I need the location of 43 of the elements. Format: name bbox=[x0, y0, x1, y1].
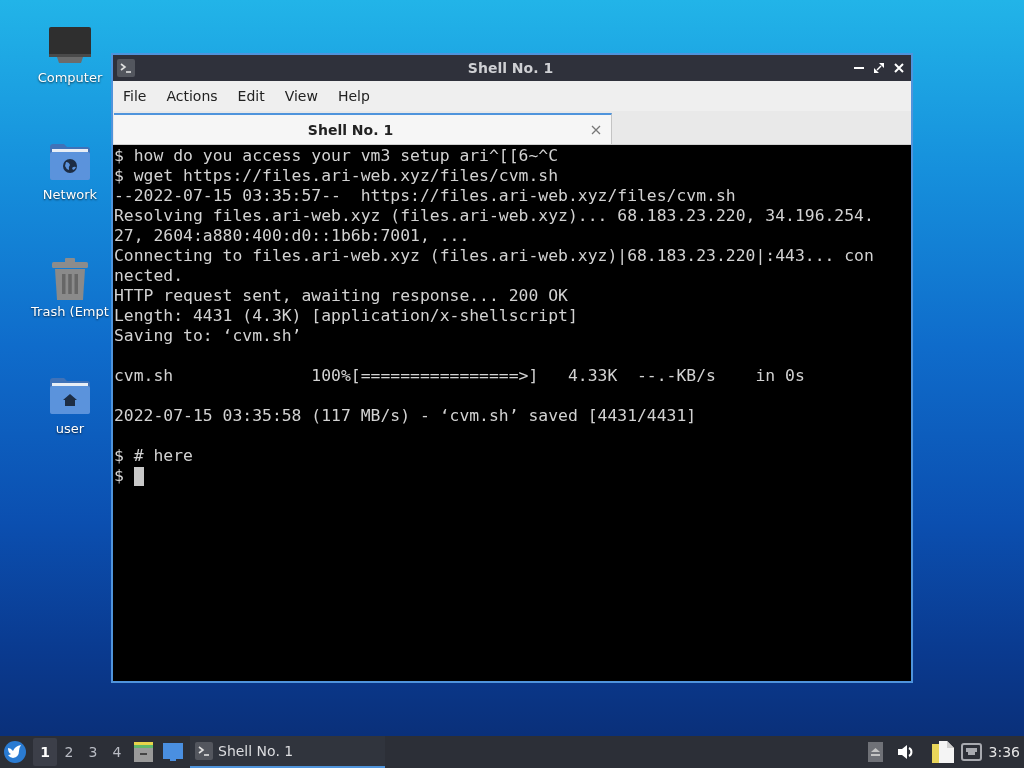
menu-item[interactable]: Edit bbox=[227, 81, 275, 111]
terminal-line: 2022-07-15 03:35:58 (117 MB/s) - ‘cvm.sh’ saved [4431/4431] bbox=[114, 406, 697, 426]
terminal-line: cvm.sh 100%[================>] 4.33K --.-KB/s in 0s bbox=[114, 366, 805, 386]
workspace-button[interactable]: 4 bbox=[105, 738, 129, 766]
terminal-line: --2022-07-15 03:35:57-- https://files.ari-web.xyz/files/cvm.sh bbox=[114, 186, 736, 206]
monitor-icon[interactable] bbox=[49, 27, 91, 63]
workspace-button[interactable]: 2 bbox=[57, 738, 81, 766]
network-port-icon[interactable] bbox=[960, 743, 982, 761]
home-folder-icon[interactable] bbox=[50, 378, 90, 414]
workspace-button[interactable]: 1 bbox=[33, 738, 57, 766]
menu-item[interactable]: File bbox=[113, 81, 157, 111]
terminal-line: $ # here bbox=[114, 446, 193, 466]
notes-icon[interactable] bbox=[931, 741, 954, 763]
globe-folder-icon[interactable] bbox=[50, 144, 90, 180]
clock[interactable]: 3:36 bbox=[988, 744, 1020, 760]
desktop-icon[interactable] bbox=[163, 743, 183, 761]
desktop-icon-label[interactable]: Trash (Empt bbox=[31, 303, 109, 321]
volume-icon[interactable] bbox=[897, 745, 914, 759]
terminal-line: HTTP request sent, awaiting response... 200 OK bbox=[114, 286, 568, 306]
eject-icon[interactable] bbox=[867, 742, 883, 762]
terminal-line: Length: 4431 (4.3K) [application/x-shellscript] bbox=[114, 306, 578, 326]
menu-item[interactable]: Help bbox=[327, 81, 380, 111]
terminal-line: Connecting to files.ari-web.xyz (files.ari-web.xyz)|68.183.23.220|:443... con bbox=[114, 246, 874, 266]
terminal-line: $ how do you access your vm3 setup ari^[[6~^C bbox=[114, 146, 559, 166]
terminal-line: $ bbox=[114, 466, 124, 486]
menu-item[interactable]: Actions bbox=[156, 81, 228, 111]
tab[interactable]: Shell No. 1 bbox=[114, 113, 612, 144]
file-cabinet-icon[interactable] bbox=[134, 742, 153, 762]
terminal-line: nected. bbox=[114, 266, 184, 286]
menu-item[interactable]: View bbox=[274, 81, 328, 111]
terminal-icon bbox=[195, 742, 213, 760]
maximize-icon[interactable] bbox=[874, 63, 884, 73]
terminal-line: Resolving files.ari-web.xyz (files.ari-web.xyz)... 68.183.23.220, 34.196.254. bbox=[114, 206, 874, 226]
terminal-icon bbox=[117, 59, 135, 77]
terminal-line: $ wget https://files.ari-web.xyz/files/cvm.sh bbox=[114, 166, 559, 186]
workspace-button[interactable]: 3 bbox=[81, 738, 105, 766]
taskbar-button[interactable]: Shell No. 1 bbox=[190, 736, 385, 768]
terminal-line: 27, 2604:a880:400:d0::1b6b:7001, ... bbox=[114, 226, 470, 246]
window-title: Shell No. 1 bbox=[467, 60, 554, 76]
terminal-line: Saving to: ‘cvm.sh’ bbox=[114, 326, 302, 346]
desktop-icon-label[interactable]: user bbox=[55, 420, 85, 438]
desktop-icon-label[interactable]: Network bbox=[42, 186, 98, 204]
bird-logo-icon[interactable] bbox=[4, 741, 26, 763]
